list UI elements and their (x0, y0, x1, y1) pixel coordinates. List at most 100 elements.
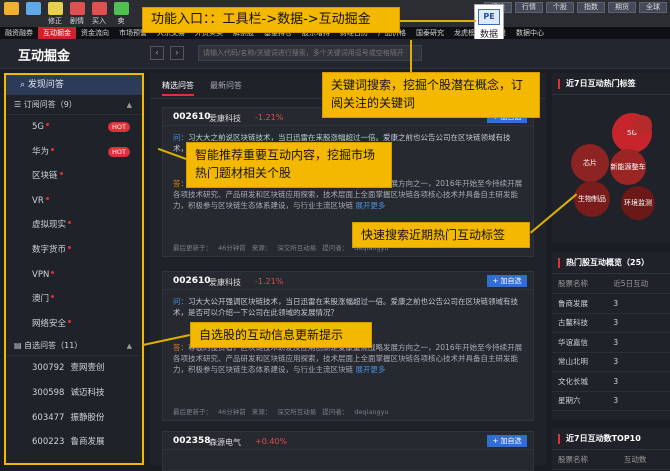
subscribed-keyword[interactable]: VPN (6, 263, 142, 288)
search-input[interactable] (198, 45, 422, 61)
stock-code: 300792 (32, 363, 65, 374)
meta-updated-label: 最后更新于： (173, 244, 212, 252)
stock-code: 600223 (32, 437, 65, 448)
sidebar-section-self[interactable]: ▤ 自选问答（11） ▲ (6, 336, 142, 357)
toolbar-right-button[interactable]: 期货 (608, 2, 636, 13)
hot-tag-bubble[interactable]: 芯片 (571, 144, 609, 182)
toolbar-right-button[interactable]: 个股 (546, 2, 574, 13)
toolbar-button[interactable]: 剧情 (66, 0, 88, 27)
hot-tag-bubble[interactable]: 生物制品 (574, 181, 610, 217)
toolbar-button[interactable] (22, 0, 44, 27)
sell-icon (113, 2, 129, 15)
prev-button[interactable]: ‹ (150, 46, 164, 60)
sidebar-section-subscribed[interactable]: ☰ 订阅问答（9） ▲ (6, 95, 142, 115)
menu-item[interactable]: 融资融券 (0, 27, 38, 39)
stock-name[interactable]: 爱康科技 (209, 277, 241, 288)
menu-item[interactable]: 互动掘金 (38, 27, 76, 39)
table-header: 股票名称 近5日互动 (552, 274, 670, 294)
column-header: 互动数 (617, 450, 670, 470)
add-watchlist-button[interactable]: + 加自选 (487, 275, 527, 287)
table-row[interactable]: 鲁商发展 3 (552, 293, 670, 314)
toolbar-right-button[interactable]: 指数 (577, 2, 605, 13)
subscribed-keyword[interactable]: 网络安全 (6, 312, 142, 337)
qa-card: 002358 森源电气 +0.40% + 加自选 (162, 431, 534, 471)
meta-time: 46分钟前 (218, 244, 246, 252)
self-stock-item[interactable]: 300598 诚迈科技 (6, 381, 142, 406)
tab-featured[interactable]: 精选问答 (162, 80, 194, 96)
subscribed-keyword[interactable]: 区块链 (6, 164, 142, 189)
table-header: 股票名称 互动数 (552, 450, 670, 470)
new-dot-icon (46, 123, 49, 126)
column-header: 股票名称 (552, 274, 608, 294)
keyword-label: VR (32, 195, 44, 206)
keyword-label: 网络安全 (32, 318, 67, 329)
subscribed-keyword[interactable]: 澳门 (6, 287, 142, 312)
meta-source-label: 来源： (251, 408, 272, 416)
toolbar-button[interactable]: 买入 (88, 0, 110, 27)
new-dot-icon (68, 245, 72, 249)
hot-badge: HOT (108, 146, 130, 157)
stock-code: 300598 (32, 387, 65, 398)
menu-item[interactable]: 国泰研究 (411, 27, 449, 39)
self-stock-item[interactable]: 600223 鲁商发展 (6, 430, 142, 455)
table-cell: 鲁商发展 (552, 293, 608, 314)
toolbar-right-button[interactable]: 行情 (515, 2, 543, 13)
table-cell: 3 (607, 313, 670, 333)
table-cell: 华谊嘉信 (552, 332, 608, 353)
hot-tag-bubble[interactable]: 环境监测 (621, 186, 655, 220)
column-header: 股票名称 (552, 450, 618, 470)
self-stock-item[interactable]: 300792 壹网壹创 (6, 356, 142, 381)
toolbar-right-button[interactable]: 全球 (639, 2, 667, 13)
search-icon: ⌕ (20, 80, 28, 90)
table-row[interactable]: 华谊嘉信 3 (552, 332, 670, 353)
menu-item[interactable]: 资金流向 (76, 27, 114, 39)
subscribed-keyword[interactable]: 数字货币 (6, 238, 142, 263)
top10-title: 近7日互动数TOP10 (552, 428, 670, 450)
keyword-label: 华为 (32, 146, 50, 157)
sidebar: ⌕ 发现问答 ☰ 订阅问答（9） ▲ 5G HOT 华为 HOT 区块链 VR 虚拟现实 数字货… (4, 73, 144, 465)
add-watchlist-button[interactable]: + 加自选 (487, 435, 527, 447)
table-cell: 文化长城 (552, 371, 608, 392)
stock-name: 诚迈科技 (70, 387, 105, 398)
tab-latest[interactable]: 最新问答 (210, 80, 242, 91)
table-row[interactable]: 常山北明 3 (552, 352, 670, 372)
subscribed-keyword[interactable]: 5G HOT (6, 115, 142, 140)
hot-tag-bubble[interactable]: 新能源整车 (610, 149, 646, 185)
meta-user-label: 提问者： (322, 244, 349, 252)
subscribed-keyword[interactable]: 虚拟现实 (6, 213, 142, 238)
stock-name[interactable]: 爱康科技 (209, 113, 241, 124)
subscribed-keyword[interactable]: VR (6, 189, 142, 214)
answer-prefix: 答： (173, 343, 188, 352)
stock-code[interactable]: 002358 (173, 436, 211, 446)
pe-icon: PE (478, 9, 500, 25)
expand-more-link[interactable]: 展开更多 (355, 365, 385, 374)
buy-icon (91, 2, 107, 15)
hot-tag-bubble[interactable] (632, 115, 652, 135)
toolbar-button[interactable]: 卖 (110, 0, 132, 27)
table-cell: 3 (607, 332, 670, 353)
stock-name: 振静股份 (70, 412, 105, 423)
table-row[interactable]: 星期六 3 (552, 391, 670, 411)
stock-code[interactable]: 002610 (173, 276, 211, 286)
self-stock-item[interactable]: 603477 振静股份 (6, 406, 142, 431)
meta-user: deqiangyu (354, 408, 389, 416)
table-cell: 古鳌科技 (552, 313, 608, 333)
sidebar-discover[interactable]: ⌕ 发现问答 (6, 75, 142, 95)
keyword-label: VPN (32, 269, 50, 280)
page-title: 互动掘金 (18, 49, 71, 64)
stock-code[interactable]: 002610 (173, 112, 211, 122)
collapse-icon[interactable]: ▲ (127, 336, 132, 356)
new-dot-icon (68, 319, 72, 323)
menu-item[interactable]: 数据中心 (511, 27, 549, 39)
next-button[interactable]: › (170, 46, 184, 60)
toolbar-button[interactable]: 修正 (44, 0, 66, 27)
stock-name[interactable]: 森源电气 (209, 437, 241, 448)
chart-icon (69, 2, 85, 15)
collapse-icon[interactable]: ▲ (127, 95, 132, 115)
subscribed-keyword[interactable]: 华为 HOT (6, 140, 142, 165)
toolbar-button[interactable] (0, 0, 22, 27)
table-row[interactable]: 文化长城 3 (552, 371, 670, 392)
expand-more-link[interactable]: 展开更多 (355, 201, 385, 210)
table-row[interactable]: 古鳌科技 3 (552, 313, 670, 333)
hot-tags-title: 近7日互动热门标签 (552, 73, 670, 95)
